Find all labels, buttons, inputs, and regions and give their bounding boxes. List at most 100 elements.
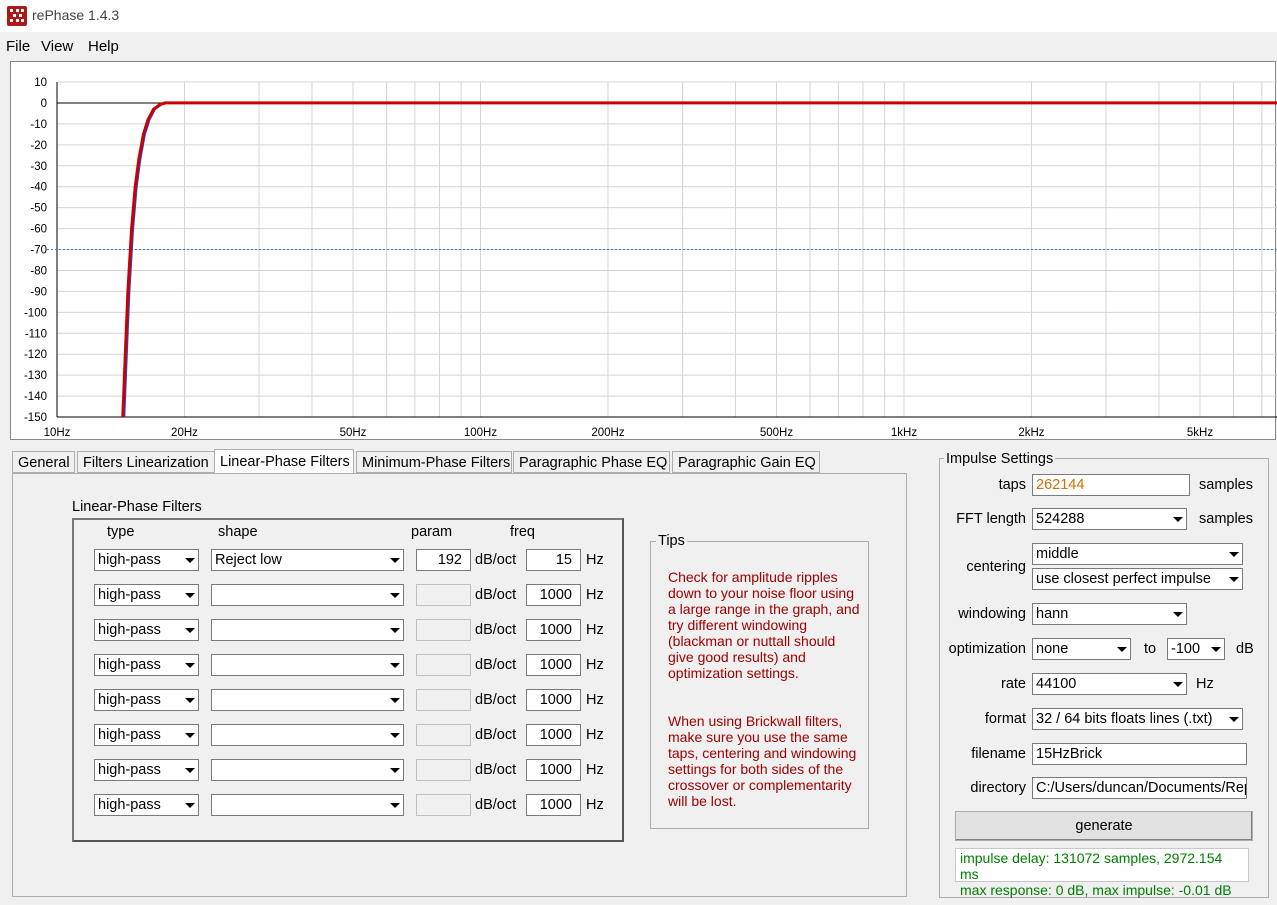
chevron-down-icon bbox=[180, 655, 198, 675]
menu-file[interactable]: File bbox=[6, 38, 30, 55]
header-freq: freq bbox=[510, 524, 535, 540]
y-tick-label: -140 bbox=[24, 391, 47, 403]
filter-type-select[interactable]: high-pass bbox=[94, 549, 199, 571]
filter-type-select[interactable]: high-pass bbox=[94, 794, 199, 816]
tab-linear-phase-filters[interactable]: Linear-Phase Filters bbox=[214, 449, 354, 474]
filter-param-input[interactable] bbox=[416, 724, 471, 746]
windowing-value: hann bbox=[1036, 606, 1069, 622]
filter-freq-input[interactable]: 1000 bbox=[526, 689, 581, 711]
centering-value: middle bbox=[1036, 546, 1079, 562]
y-tick-label: -110 bbox=[25, 328, 47, 340]
filter-param-input[interactable] bbox=[416, 654, 471, 676]
chevron-down-icon bbox=[180, 725, 198, 745]
filter-freq-input[interactable]: 1000 bbox=[526, 794, 581, 816]
y-tick-label: 10 bbox=[34, 77, 47, 89]
tab-paragraphic-phase-eq[interactable]: Paragraphic Phase EQ bbox=[513, 451, 670, 473]
menu-view[interactable]: View bbox=[41, 38, 73, 55]
filter-type-value: high-pass bbox=[98, 657, 161, 673]
chevron-down-icon bbox=[385, 760, 403, 780]
filter-param-input[interactable] bbox=[416, 619, 471, 641]
x-tick-label: 2kHz bbox=[1018, 427, 1044, 439]
status-line-1: impulse delay: 131072 samples, 2972.154 … bbox=[960, 850, 1223, 882]
y-tick-label: 0 bbox=[41, 98, 47, 110]
filter-shape-select[interactable] bbox=[211, 619, 404, 641]
centering-select[interactable]: middle bbox=[1032, 543, 1243, 565]
centering-mode-select[interactable]: use closest perfect impulse bbox=[1032, 568, 1243, 590]
filter-shape-select[interactable] bbox=[211, 724, 404, 746]
chevron-down-icon bbox=[1224, 709, 1242, 729]
filename-input[interactable]: 15HzBrick bbox=[1032, 743, 1247, 765]
filter-type-select[interactable]: high-pass bbox=[94, 619, 199, 641]
filter-shape-select[interactable] bbox=[211, 759, 404, 781]
fft-length-select[interactable]: 524288 bbox=[1032, 508, 1187, 530]
rate-label: rate bbox=[1001, 676, 1026, 692]
y-tick-label: -30 bbox=[30, 161, 47, 173]
tips-paragraph-1: Check for amplitude ripples down to your… bbox=[668, 569, 860, 681]
filter-type-select[interactable]: high-pass bbox=[94, 689, 199, 711]
tab-minimum-phase-filters[interactable]: Minimum-Phase Filters bbox=[356, 451, 512, 473]
menu-bar: File View Help bbox=[0, 34, 1277, 58]
filter-freq-input[interactable]: 1000 bbox=[526, 724, 581, 746]
filter-freq-input[interactable]: 1000 bbox=[526, 584, 581, 606]
chevron-down-icon bbox=[180, 760, 198, 780]
freq-unit: Hz bbox=[586, 622, 604, 638]
filter-type-value: high-pass bbox=[98, 552, 161, 568]
rate-select[interactable]: 44100 bbox=[1032, 673, 1187, 695]
fft-length-label: FFT length bbox=[956, 511, 1026, 527]
filter-freq-input[interactable]: 15 bbox=[526, 549, 581, 571]
chevron-down-icon bbox=[180, 620, 198, 640]
x-tick-label: 5kHz bbox=[1187, 427, 1213, 439]
filter-param-input[interactable] bbox=[416, 794, 471, 816]
tab-paragraphic-gain-eq[interactable]: Paragraphic Gain EQ bbox=[672, 451, 820, 473]
format-select[interactable]: 32 / 64 bits floats lines (.txt) bbox=[1032, 708, 1243, 730]
y-tick-label: -130 bbox=[24, 370, 47, 382]
filter-shape-select[interactable] bbox=[211, 584, 404, 606]
param-unit: dB/oct bbox=[475, 762, 517, 778]
directory-input[interactable]: C:/Users/duncan/Documents/Rep bbox=[1032, 777, 1247, 799]
freq-unit: Hz bbox=[586, 587, 604, 603]
param-unit: dB/oct bbox=[475, 657, 517, 673]
filter-shape-select[interactable] bbox=[211, 794, 404, 816]
tips-paragraph-2: When using Brickwall filters, make sure … bbox=[668, 713, 857, 809]
freq-unit: Hz bbox=[586, 552, 604, 568]
y-tick-label: -120 bbox=[24, 349, 47, 361]
chevron-down-icon bbox=[385, 620, 403, 640]
tab-filters-linearization[interactable]: Filters Linearization bbox=[77, 451, 223, 473]
x-tick-label: 20Hz bbox=[171, 427, 198, 439]
filter-param-input[interactable] bbox=[416, 584, 471, 606]
filter-freq-input[interactable]: 1000 bbox=[526, 759, 581, 781]
y-tick-label: -60 bbox=[30, 224, 47, 236]
rate-unit: Hz bbox=[1196, 676, 1214, 692]
filter-shape-select[interactable] bbox=[211, 689, 404, 711]
filter-type-select[interactable]: high-pass bbox=[94, 654, 199, 676]
tab-general[interactable]: General bbox=[12, 451, 75, 473]
menu-help[interactable]: Help bbox=[88, 38, 119, 55]
x-tick-label: 1kHz bbox=[891, 427, 917, 439]
magnitude-curve bbox=[121, 101, 1277, 418]
filter-shape-select[interactable]: Reject low bbox=[211, 549, 404, 571]
windowing-select[interactable]: hann bbox=[1032, 603, 1187, 625]
optimization-select[interactable]: none bbox=[1032, 638, 1131, 660]
filter-param-input[interactable]: 192 bbox=[416, 549, 471, 571]
optimization-value: none bbox=[1036, 641, 1069, 657]
graph-canvas: 10 0 -10 -20 -30 -40 -50 -60 -70 -80 -90 -100 -110 -1… bbox=[24, 77, 1277, 439]
filter-param-input[interactable] bbox=[416, 759, 471, 781]
filter-type-select[interactable]: high-pass bbox=[94, 584, 199, 606]
filter-param-input[interactable] bbox=[416, 689, 471, 711]
filter-freq-input[interactable]: 1000 bbox=[526, 619, 581, 641]
taps-input[interactable]: 262144 bbox=[1032, 474, 1190, 496]
filter-type-select[interactable]: high-pass bbox=[94, 724, 199, 746]
freq-unit: Hz bbox=[586, 657, 604, 673]
response-graph[interactable]: 10 0 -10 -20 -30 -40 -50 -60 -70 -80 -90 -100 -110 -1… bbox=[10, 61, 1277, 440]
optimization-db-select[interactable]: -100 bbox=[1167, 638, 1225, 660]
filter-type-select[interactable]: high-pass bbox=[94, 759, 199, 781]
x-tick-label: 50Hz bbox=[340, 427, 367, 439]
window-title: rePhase 1.4.3 bbox=[32, 7, 120, 23]
filter-shape-select[interactable] bbox=[211, 654, 404, 676]
header-type: type bbox=[107, 524, 135, 540]
chevron-down-icon bbox=[1224, 544, 1242, 564]
phase-curve bbox=[123, 101, 1277, 418]
filter-freq-input[interactable]: 1000 bbox=[526, 654, 581, 676]
generate-button[interactable]: generate bbox=[955, 811, 1253, 841]
chevron-down-icon bbox=[1112, 639, 1130, 659]
